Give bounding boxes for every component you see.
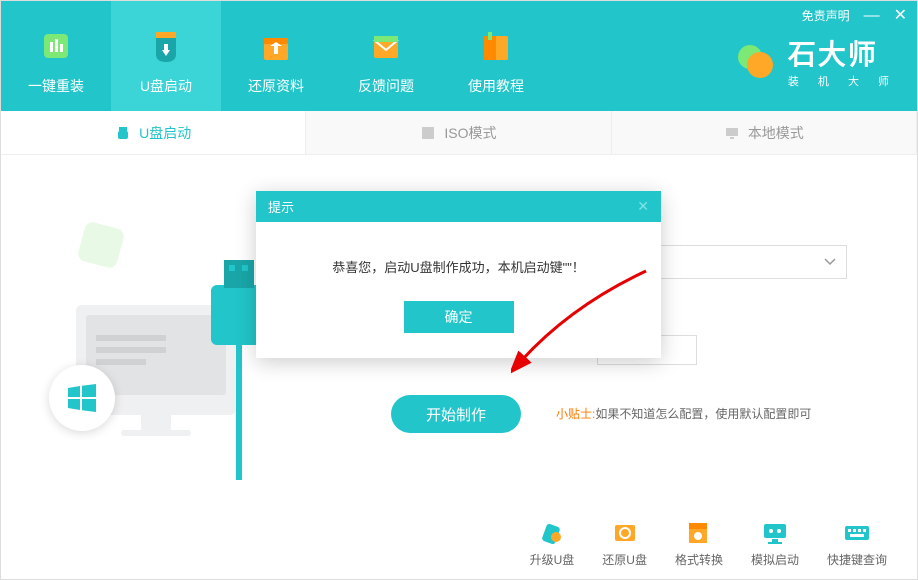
modal-close-button[interactable]: ✕ [637,198,649,215]
modal-message: 恭喜您，启动U盘制作成功，本机启动键""！ [256,222,661,301]
modal-overlay: 提示 ✕ 恭喜您，启动U盘制作成功，本机启动键""！ 确定 [1,1,917,579]
success-dialog: 提示 ✕ 恭喜您，启动U盘制作成功，本机启动键""！ 确定 [256,191,661,358]
modal-title-text: 提示 [268,197,294,216]
modal-ok-button[interactable]: 确定 [404,301,514,333]
